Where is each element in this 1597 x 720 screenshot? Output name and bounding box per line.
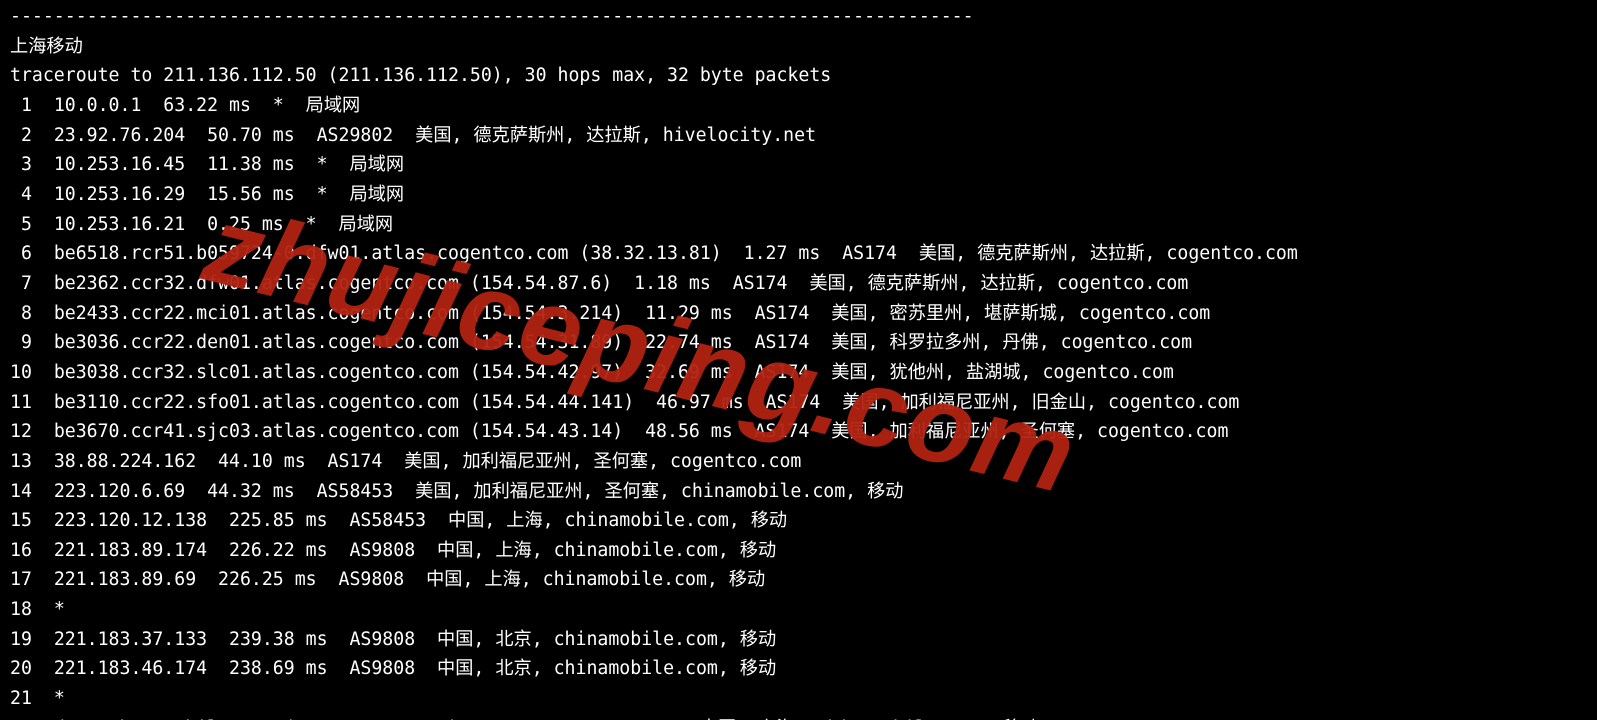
- hop-number: 13: [10, 451, 32, 472]
- hop-body: be2362.ccr32.dfw01.atlas.cogentco.com (1…: [54, 273, 1189, 294]
- hop-body: be3036.ccr22.den01.atlas.cogentco.com (1…: [54, 332, 1192, 353]
- separator-line: ----------------------------------------…: [10, 2, 1587, 32]
- hop-body: 10.0.0.1 63.22 ms * 局域网: [54, 95, 360, 116]
- traceroute-row: 20 221.183.46.174 238.69 ms AS9808 中国, 北…: [10, 654, 1587, 684]
- hop-number: 8: [10, 303, 32, 324]
- hop-number: 6: [10, 243, 32, 264]
- traceroute-row: 6 be6518.rcr51.b059724-0.dfw01.atlas.cog…: [10, 239, 1587, 269]
- hop-number: 17: [10, 569, 32, 590]
- traceroute-row: 21 *: [10, 684, 1587, 714]
- hop-number: 18: [10, 599, 32, 620]
- hop-body: 221.183.89.174 226.22 ms AS9808 中国, 上海, …: [54, 540, 776, 561]
- traceroute-row: 17 221.183.89.69 226.25 ms AS9808 中国, 上海…: [10, 565, 1587, 595]
- hop-number: 14: [10, 481, 32, 502]
- traceroute-row: 4 10.253.16.29 15.56 ms * 局域网: [10, 180, 1587, 210]
- hop-body: 223.120.12.138 225.85 ms AS58453 中国, 上海,…: [54, 510, 787, 531]
- hop-body: *: [54, 688, 65, 709]
- hop-body: 221.183.89.69 226.25 ms AS9808 中国, 上海, c…: [54, 569, 765, 590]
- hop-number: 5: [10, 214, 32, 235]
- traceroute-row: 2 23.92.76.204 50.70 ms AS29802 美国, 德克萨斯…: [10, 121, 1587, 151]
- hop-body: be3670.ccr41.sjc03.atlas.cogentco.com (1…: [54, 421, 1229, 442]
- hop-body: 221.183.46.174 238.69 ms AS9808 中国, 北京, …: [54, 658, 776, 679]
- hop-number: 11: [10, 392, 32, 413]
- traceroute-row: 16 221.183.89.174 226.22 ms AS9808 中国, 上…: [10, 536, 1587, 566]
- traceroute-row: 22 dns1.sh.cnmobile.net (211.136.112.50)…: [10, 714, 1587, 720]
- hop-body: be3110.ccr22.sfo01.atlas.cogentco.com (1…: [54, 392, 1240, 413]
- hop-body: 10.253.16.45 11.38 ms * 局域网: [54, 154, 404, 175]
- traceroute-row: 9 be3036.ccr22.den01.atlas.cogentco.com …: [10, 328, 1587, 358]
- traceroute-row: 13 38.88.224.162 44.10 ms AS174 美国, 加利福尼…: [10, 447, 1587, 477]
- traceroute-row: 3 10.253.16.45 11.38 ms * 局域网: [10, 150, 1587, 180]
- hop-body: 223.120.6.69 44.32 ms AS58453 美国, 加利福尼亚州…: [54, 481, 904, 502]
- traceroute-row: 18 *: [10, 595, 1587, 625]
- hop-body: be6518.rcr51.b059724-0.dfw01.atlas.cogen…: [54, 243, 1298, 264]
- hop-number: 15: [10, 510, 32, 531]
- hop-body: 10.253.16.29 15.56 ms * 局域网: [54, 184, 404, 205]
- hop-body: be2433.ccr22.mci01.atlas.cogentco.com (1…: [54, 303, 1210, 324]
- hop-number: 10: [10, 362, 32, 383]
- traceroute-row: 12 be3670.ccr41.sjc03.atlas.cogentco.com…: [10, 417, 1587, 447]
- traceroute-row: 19 221.183.37.133 239.38 ms AS9808 中国, 北…: [10, 625, 1587, 655]
- traceroute-row: 15 223.120.12.138 225.85 ms AS58453 中国, …: [10, 506, 1587, 536]
- hop-number: 21: [10, 688, 32, 709]
- hop-number: 2: [10, 125, 32, 146]
- traceroute-row: 11 be3110.ccr22.sfo01.atlas.cogentco.com…: [10, 388, 1587, 418]
- hop-body: 38.88.224.162 44.10 ms AS174 美国, 加利福尼亚州,…: [54, 451, 802, 472]
- hop-number: 1: [10, 95, 32, 116]
- hop-number: 4: [10, 184, 32, 205]
- hop-body: 221.183.37.133 239.38 ms AS9808 中国, 北京, …: [54, 629, 776, 650]
- hop-body: *: [54, 599, 65, 620]
- hop-number: 7: [10, 273, 32, 294]
- hop-number: 16: [10, 540, 32, 561]
- traceroute-row: 1 10.0.0.1 63.22 ms * 局域网: [10, 91, 1587, 121]
- hop-number: 9: [10, 332, 32, 353]
- traceroute-row: 5 10.253.16.21 0.25 ms * 局域网: [10, 210, 1587, 240]
- hop-body: 23.92.76.204 50.70 ms AS29802 美国, 德克萨斯州,…: [54, 125, 816, 146]
- hop-number: 20: [10, 658, 32, 679]
- command-line: traceroute to 211.136.112.50 (211.136.11…: [10, 61, 1587, 91]
- hop-number: 12: [10, 421, 32, 442]
- traceroute-row: 8 be2433.ccr22.mci01.atlas.cogentco.com …: [10, 299, 1587, 329]
- hop-number: 3: [10, 154, 32, 175]
- traceroute-row: 7 be2362.ccr32.dfw01.atlas.cogentco.com …: [10, 269, 1587, 299]
- hop-body: be3038.ccr32.slc01.atlas.cogentco.com (1…: [54, 362, 1174, 383]
- block-title: 上海移动: [10, 32, 1587, 62]
- traceroute-row: 10 be3038.ccr32.slc01.atlas.cogentco.com…: [10, 358, 1587, 388]
- hop-number: 19: [10, 629, 32, 650]
- terminal-output: ----------------------------------------…: [0, 0, 1597, 720]
- hop-body: 10.253.16.21 0.25 ms * 局域网: [54, 214, 393, 235]
- traceroute-row: 14 223.120.6.69 44.32 ms AS58453 美国, 加利福…: [10, 477, 1587, 507]
